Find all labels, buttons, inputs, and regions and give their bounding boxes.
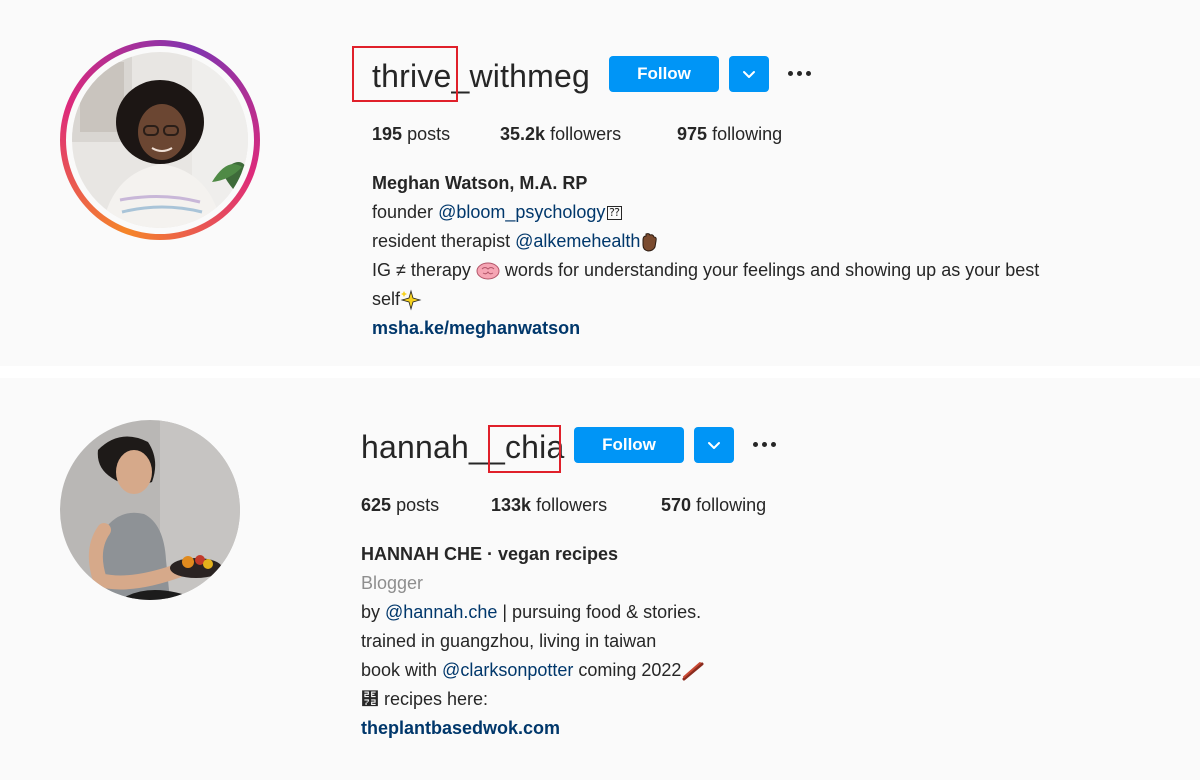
chevron-down-icon bbox=[708, 442, 720, 449]
posts-count: 195 posts bbox=[372, 124, 451, 144]
highlight-box bbox=[352, 46, 458, 102]
mention-link[interactable]: @bloom_psychology bbox=[438, 202, 605, 222]
brain-icon bbox=[476, 262, 500, 280]
unknown-glyph-icon: ⁇ bbox=[607, 206, 622, 221]
category-label: Blogger bbox=[361, 573, 424, 593]
following-link[interactable]: 570 following bbox=[661, 495, 766, 516]
website-link[interactable]: theplantbasedwok.com bbox=[361, 714, 705, 743]
following-link[interactable]: 975 following bbox=[677, 124, 782, 145]
website-link[interactable]: msha.ke/meghanwatson bbox=[372, 314, 1039, 343]
profile-header-hannah-chia: hannah__chia Follow 625 posts 133k follo… bbox=[0, 378, 1200, 780]
highlight-box bbox=[488, 425, 561, 473]
bio-line: self bbox=[372, 285, 1039, 314]
divider bbox=[0, 366, 1200, 378]
bio-line: by @hannah.che | pursuing food & stories… bbox=[361, 602, 702, 622]
bio: Meghan Watson, M.A. RP founder @bloom_ps… bbox=[372, 169, 1039, 343]
more-options-icon[interactable] bbox=[784, 63, 814, 83]
full-name: Meghan Watson, M.A. RP bbox=[372, 173, 588, 193]
profile-header-thrive-withmeg: thrive_withmeg Follow 195 posts 35.2k fo… bbox=[0, 0, 1200, 366]
full-name: HANNAH CHE · vegan recipes bbox=[361, 544, 619, 564]
chopsticks-icon bbox=[682, 662, 704, 681]
raised-hand-icon bbox=[642, 233, 658, 252]
suggested-accounts-button[interactable] bbox=[729, 56, 769, 92]
followers-link[interactable]: 133k followers bbox=[491, 495, 607, 516]
follow-button[interactable]: Follow bbox=[609, 56, 719, 92]
bio-line: ⹲ recipes here: bbox=[361, 689, 489, 709]
suggested-accounts-button[interactable] bbox=[694, 427, 734, 463]
follow-button[interactable]: Follow bbox=[574, 427, 684, 463]
avatar[interactable] bbox=[60, 420, 240, 600]
mention-link[interactable]: @hannah.che bbox=[385, 602, 497, 622]
bio-line: book with @clarksonpotter coming 2022 bbox=[361, 656, 705, 685]
sparkles-icon bbox=[400, 289, 422, 311]
more-options-icon[interactable] bbox=[749, 434, 779, 454]
mention-link[interactable]: @clarksonpotter bbox=[442, 660, 573, 680]
posts-count: 625 posts bbox=[361, 495, 440, 515]
avatar[interactable] bbox=[72, 52, 248, 228]
followers-link[interactable]: 35.2k followers bbox=[500, 124, 621, 145]
bio: HANNAH CHE · vegan recipes Blogger by @h… bbox=[361, 540, 705, 743]
chevron-down-icon bbox=[743, 71, 755, 78]
bio-line: founder @bloom_psychology ⁇ bbox=[372, 202, 622, 222]
bio-line: resident therapist @alkemehealth bbox=[372, 227, 1039, 256]
bio-line: IG ≠ therapy words for understanding you… bbox=[372, 260, 1040, 280]
bio-line: trained in guangzhou, living in taiwan bbox=[361, 631, 657, 651]
mention-link[interactable]: @alkemehealth bbox=[515, 231, 640, 251]
